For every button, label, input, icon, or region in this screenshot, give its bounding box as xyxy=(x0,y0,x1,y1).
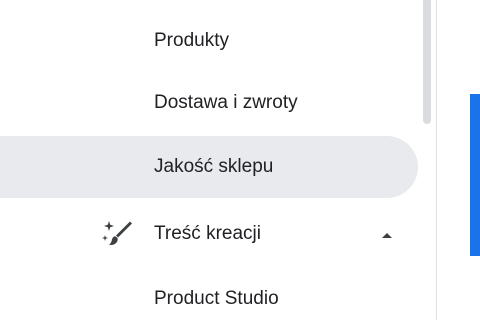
side-navigation: Produkty Dostawa i zwroty Jakość sklepu … xyxy=(0,0,430,320)
nav-item-product-studio[interactable]: Product Studio xyxy=(0,268,418,330)
nav-section-tresc-kreacji[interactable]: Treść kreacji xyxy=(0,203,418,265)
nav-item-produkty[interactable]: Produkty xyxy=(0,10,418,72)
nav-item-label: Jakość sklepu xyxy=(154,156,274,177)
content-accent-bar xyxy=(470,94,480,256)
nav-section-label: Treść kreacji xyxy=(154,223,261,244)
nav-item-label: Dostawa i zwroty xyxy=(154,92,298,113)
nav-item-dostawa-i-zwroty[interactable]: Dostawa i zwroty xyxy=(0,72,418,134)
nav-item-label: Product Studio xyxy=(154,288,279,309)
magic-wand-icon xyxy=(101,218,133,250)
nav-item-jakosc-sklepu[interactable]: Jakość sklepu xyxy=(0,136,418,198)
scrollbar-thumb[interactable] xyxy=(423,0,431,124)
collapse-arrow-icon[interactable] xyxy=(379,228,395,240)
nav-item-label: Produkty xyxy=(154,30,229,51)
